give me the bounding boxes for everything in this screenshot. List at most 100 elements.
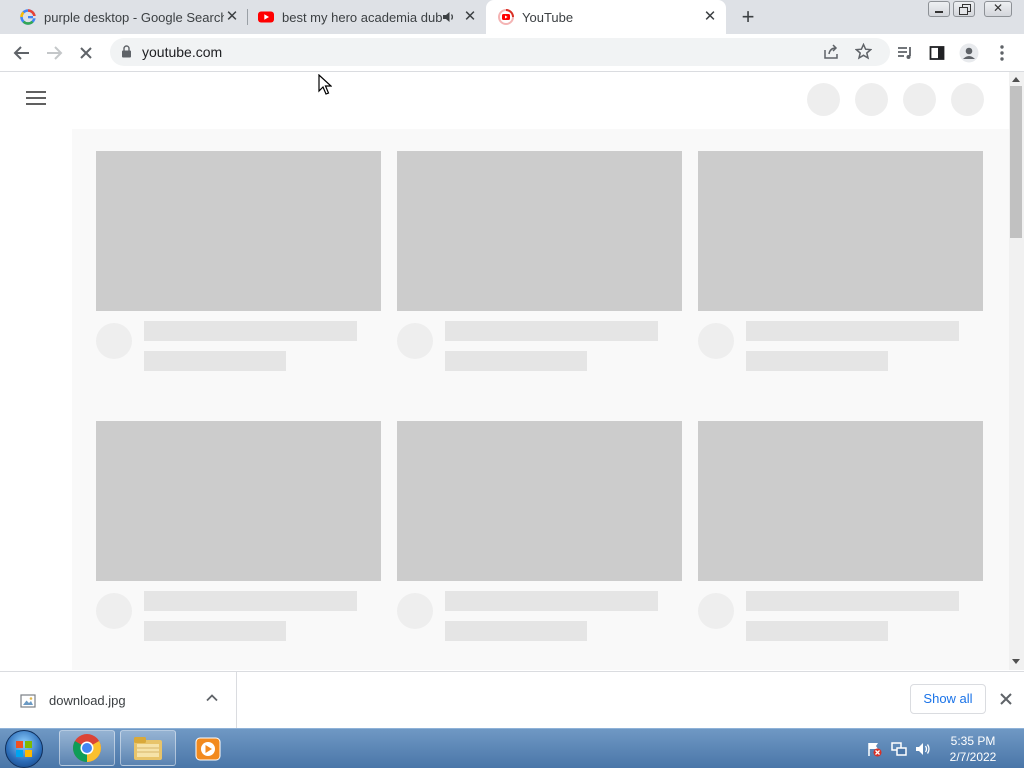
video-card-placeholder bbox=[96, 151, 381, 371]
back-button[interactable] bbox=[8, 39, 36, 67]
video-card-placeholder bbox=[698, 151, 983, 371]
meta-placeholder bbox=[746, 621, 888, 641]
network-icon[interactable] bbox=[891, 741, 907, 757]
minimize-button[interactable] bbox=[928, 1, 950, 17]
download-filename: download.jpg bbox=[49, 693, 126, 708]
system-clock[interactable]: 5:35 PM 2/7/2022 bbox=[940, 733, 1006, 765]
scroll-down-icon[interactable] bbox=[1012, 659, 1020, 664]
title-placeholder bbox=[445, 321, 658, 341]
channel-avatar-placeholder bbox=[96, 323, 132, 359]
side-panel-button[interactable] bbox=[923, 39, 951, 67]
tab-youtube[interactable]: YouTube ✕ bbox=[486, 0, 726, 34]
taskbar-explorer-button[interactable] bbox=[120, 730, 176, 766]
media-player-icon bbox=[195, 737, 221, 761]
tab-title: best my hero academia dub bbox=[282, 9, 442, 25]
taskbar-chrome-button[interactable] bbox=[59, 730, 115, 766]
lock-icon bbox=[122, 45, 131, 58]
scroll-up-icon[interactable] bbox=[1012, 77, 1020, 82]
side-panel-icon bbox=[929, 46, 945, 60]
tab-strip: purple desktop - Google Search ✕ best my… bbox=[0, 0, 1024, 34]
thumbnail-placeholder bbox=[96, 151, 381, 311]
mouse-cursor-icon bbox=[318, 74, 332, 95]
video-card-placeholder bbox=[96, 421, 381, 641]
channel-avatar-placeholder bbox=[397, 323, 433, 359]
more-vert-icon bbox=[1000, 45, 1004, 61]
star-icon[interactable] bbox=[855, 43, 872, 60]
thumbnail-placeholder bbox=[96, 421, 381, 581]
forward-button[interactable] bbox=[40, 39, 68, 67]
address-bar[interactable]: youtube.com bbox=[110, 38, 890, 66]
google-g-icon bbox=[20, 9, 36, 25]
header-placeholder-circle bbox=[903, 83, 936, 116]
title-placeholder bbox=[746, 591, 959, 611]
close-icon[interactable] bbox=[998, 691, 1014, 707]
tab-my-hero-academia[interactable]: best my hero academia dub ✕ bbox=[248, 0, 486, 34]
action-center-flag-icon[interactable] bbox=[866, 741, 882, 757]
url-text: youtube.com bbox=[142, 44, 223, 60]
windows-logo-icon bbox=[16, 741, 32, 757]
tab-close-button[interactable]: ✕ bbox=[224, 9, 240, 25]
volume-icon[interactable] bbox=[915, 741, 931, 757]
thumbnail-placeholder bbox=[698, 151, 983, 311]
page-scrollbar[interactable] bbox=[1009, 72, 1024, 670]
avatar-icon bbox=[959, 43, 979, 63]
tab-google-search[interactable]: purple desktop - Google Search ✕ bbox=[0, 0, 248, 34]
stop-loading-button[interactable] bbox=[72, 39, 100, 67]
hamburger-menu-icon[interactable] bbox=[26, 91, 46, 107]
media-queue-icon bbox=[898, 47, 911, 59]
clock-date: 2/7/2022 bbox=[949, 750, 997, 764]
arrow-right-icon bbox=[47, 46, 63, 60]
channel-avatar-placeholder bbox=[698, 593, 734, 629]
channel-avatar-placeholder bbox=[96, 593, 132, 629]
close-icon bbox=[80, 47, 92, 59]
video-card-placeholder bbox=[397, 421, 682, 641]
tab-close-button[interactable]: ✕ bbox=[462, 9, 478, 25]
video-card-placeholder bbox=[698, 421, 983, 641]
share-icon[interactable] bbox=[823, 44, 839, 60]
youtube-loading-icon bbox=[498, 9, 514, 25]
show-all-button[interactable]: Show all bbox=[910, 684, 986, 714]
thumbnail-placeholder bbox=[698, 421, 983, 581]
header-placeholder-circle bbox=[951, 83, 984, 116]
title-placeholder bbox=[144, 591, 357, 611]
meta-placeholder bbox=[144, 621, 286, 641]
taskbar-media-player-button[interactable] bbox=[194, 735, 222, 763]
chevron-up-icon[interactable] bbox=[205, 691, 219, 705]
tab-title: purple desktop - Google Search bbox=[44, 9, 224, 25]
meta-placeholder bbox=[746, 351, 888, 371]
header-placeholder-circle bbox=[807, 83, 840, 116]
start-button[interactable] bbox=[5, 730, 43, 768]
close-window-button[interactable]: ✕ bbox=[984, 1, 1012, 17]
scrollbar-thumb[interactable] bbox=[1010, 86, 1022, 238]
title-placeholder bbox=[445, 591, 658, 611]
meta-placeholder bbox=[144, 351, 286, 371]
thumbnail-placeholder bbox=[397, 421, 682, 581]
channel-avatar-placeholder bbox=[698, 323, 734, 359]
new-tab-button[interactable]: + bbox=[736, 5, 760, 29]
title-placeholder bbox=[144, 321, 357, 341]
arrow-left-icon bbox=[13, 46, 29, 60]
restore-button[interactable] bbox=[953, 1, 975, 17]
title-placeholder bbox=[746, 321, 959, 341]
channel-avatar-placeholder bbox=[397, 593, 433, 629]
media-controls-button[interactable] bbox=[891, 39, 919, 67]
browser-toolbar: youtube.com bbox=[0, 34, 1024, 72]
profile-button[interactable] bbox=[955, 39, 983, 67]
video-card-placeholder bbox=[397, 151, 682, 371]
download-shelf: download.jpg Show all bbox=[0, 671, 1024, 728]
youtube-page bbox=[0, 72, 1009, 670]
windows-taskbar: 5:35 PM 2/7/2022 bbox=[0, 728, 1024, 768]
meta-placeholder bbox=[445, 351, 587, 371]
menu-button[interactable] bbox=[988, 39, 1016, 67]
download-item[interactable]: download.jpg bbox=[0, 672, 237, 728]
clock-time: 5:35 PM bbox=[950, 734, 996, 748]
image-file-icon bbox=[20, 694, 36, 708]
tab-close-button[interactable]: ✕ bbox=[702, 9, 718, 25]
youtube-icon bbox=[258, 11, 274, 23]
speaker-icon[interactable] bbox=[442, 10, 456, 24]
chrome-icon bbox=[73, 734, 101, 762]
thumbnail-placeholder bbox=[397, 151, 682, 311]
folder-icon bbox=[134, 737, 162, 760]
header-placeholder-circle bbox=[855, 83, 888, 116]
tab-title: YouTube bbox=[522, 9, 574, 25]
